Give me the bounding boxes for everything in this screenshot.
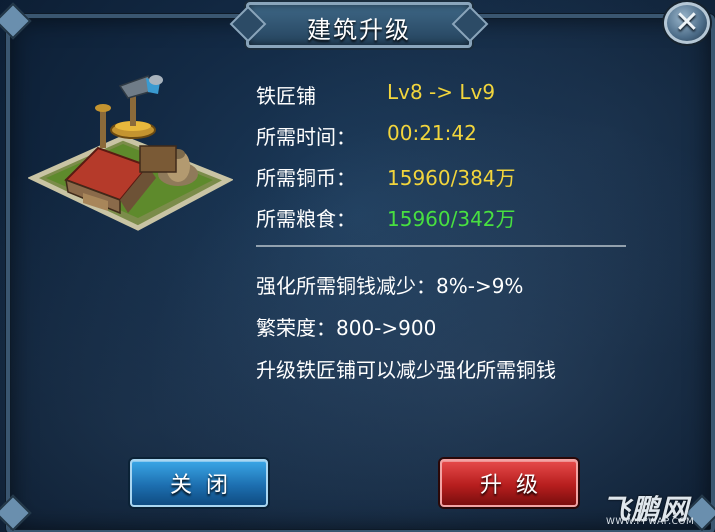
upgrade-button[interactable]: 升级	[440, 459, 578, 507]
blacksmith-building-illustration	[28, 75, 233, 231]
time-label: 所需时间：	[256, 125, 356, 149]
upgrade-dialog: 建筑升级 ✕ 铁匠铺 Lv8 -> Lv9 所需时间： 00:21:42 所需铜…	[0, 0, 715, 532]
copper-value: 15960/384万	[387, 166, 516, 190]
dialog-title: 建筑升级	[307, 16, 411, 44]
title-plate: 建筑升级	[246, 2, 472, 48]
site-watermark: 飞鹏网 WWW.FPWAP.COM	[602, 488, 712, 530]
effect-enhance-cost: 强化所需铜钱减少：8%->9%	[256, 274, 524, 298]
effect-description: 升级铁匠铺可以减少强化所需铜钱	[256, 358, 556, 382]
watermark-url: WWW.FPWAP.COM	[606, 517, 695, 527]
section-divider	[256, 245, 626, 247]
close-dialog-button[interactable]: ✕	[662, 0, 712, 46]
grain-label: 所需粮食：	[256, 207, 356, 231]
effect-prosperity: 繁荣度：800->900	[256, 316, 437, 340]
close-button[interactable]: 关闭	[130, 459, 268, 507]
building-name: 铁匠铺	[256, 84, 316, 108]
level-change-value: Lv8 -> Lv9	[387, 80, 496, 104]
grain-value: 15960/342万	[387, 207, 516, 231]
time-value: 00:21:42	[387, 121, 477, 145]
close-x-icon: ✕	[674, 5, 700, 40]
copper-label: 所需铜币：	[256, 166, 356, 190]
